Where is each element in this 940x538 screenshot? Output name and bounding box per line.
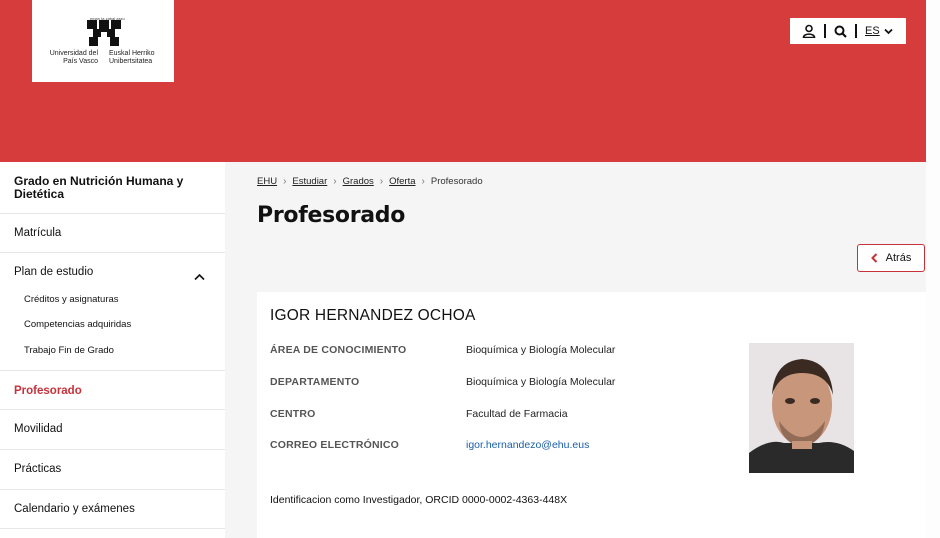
field-value-centro: Facultad de Farmacia [466,408,568,420]
orcid-identifier: Identificacion como Investigador, ORCID … [270,494,568,506]
sidebar-subitem-competencias[interactable]: Competencias adquiridas [24,319,131,330]
field-label-area: ÁREA DE CONOCIMIENTO [270,344,407,356]
breadcrumb-chevron-icon: › [283,176,287,187]
utility-bar: ES [790,18,906,44]
sidebar-degree-title[interactable]: Grado en Nutrición Humana y Dietética [14,175,214,201]
util-divider [824,24,826,38]
breadcrumb-chevron-icon: › [421,176,425,187]
chevron-left-icon [870,253,878,263]
professor-name: IGOR HERNANDEZ OCHOA [270,307,476,324]
field-value-departamento: Bioquímica y Biología Molecular [466,376,616,388]
divider [0,449,225,450]
page-title: Profesorado [257,203,406,228]
back-button-label: Atrás [885,252,912,264]
logo-emblem-icon [87,20,121,46]
field-label-centro: CENTRO [270,408,316,420]
sidebar-item-matricula[interactable]: Matrícula [14,227,61,239]
breadcrumb-link-grados[interactable]: Grados [343,176,374,187]
field-label-departamento: DEPARTAMENTO [270,376,360,388]
divider [0,252,225,253]
user-icon[interactable] [802,24,816,38]
chevron-down-icon[interactable] [884,28,893,35]
sidebar-item-profesorado[interactable]: Profesorado [14,385,82,397]
breadcrumb-chevron-icon: › [333,176,337,187]
chevron-up-icon[interactable] [194,268,205,286]
back-button[interactable]: Atrás [857,244,925,272]
sidebar-subitem-tfg[interactable]: Trabajo Fin de Grado [24,345,114,356]
breadcrumb-current: Profesorado [430,176,483,187]
util-divider [855,24,857,38]
email-link[interactable]: igor.hernandezo@ehu.eus [466,439,589,451]
divider [0,213,225,214]
sidebar-subitem-creditos[interactable]: Créditos y asignaturas [24,294,119,305]
divider [0,370,225,371]
divider [0,528,225,529]
sidebar-item-plan-de-estudio[interactable]: Plan de estudio [14,266,93,278]
sidebar-item-movilidad[interactable]: Movilidad [14,423,63,435]
divider [0,409,225,410]
sidebar-item-practicas[interactable]: Prácticas [14,463,61,475]
sidebar-item-calendario[interactable]: Calendario y exámenes [14,503,135,515]
logo-basque-name: Euskal Herriko Unibertsitatea [109,50,155,65]
divider [0,489,225,490]
field-value-area: Bioquímica y Biología Molecular [466,344,616,356]
university-logo[interactable]: eman ta zabal zazu Universidad del País … [32,0,174,82]
breadcrumb-link-estudiar[interactable]: Estudiar [292,176,327,187]
breadcrumb-link-oferta[interactable]: Oferta [389,176,415,187]
breadcrumb-chevron-icon: › [379,176,384,187]
breadcrumb-link-ehu[interactable]: EHU [257,176,277,187]
page-scrollbar[interactable] [926,0,940,538]
breadcrumb: EHU › Estudiar › Grados › Oferta › Profe… [257,176,483,187]
logo-spanish-name: Universidad del País Vasco [49,50,98,65]
language-selector[interactable]: ES [865,25,880,37]
field-label-correo: CORREO ELECTRÓNICO [270,439,400,451]
professor-photo [749,343,854,473]
search-icon[interactable] [834,25,847,38]
